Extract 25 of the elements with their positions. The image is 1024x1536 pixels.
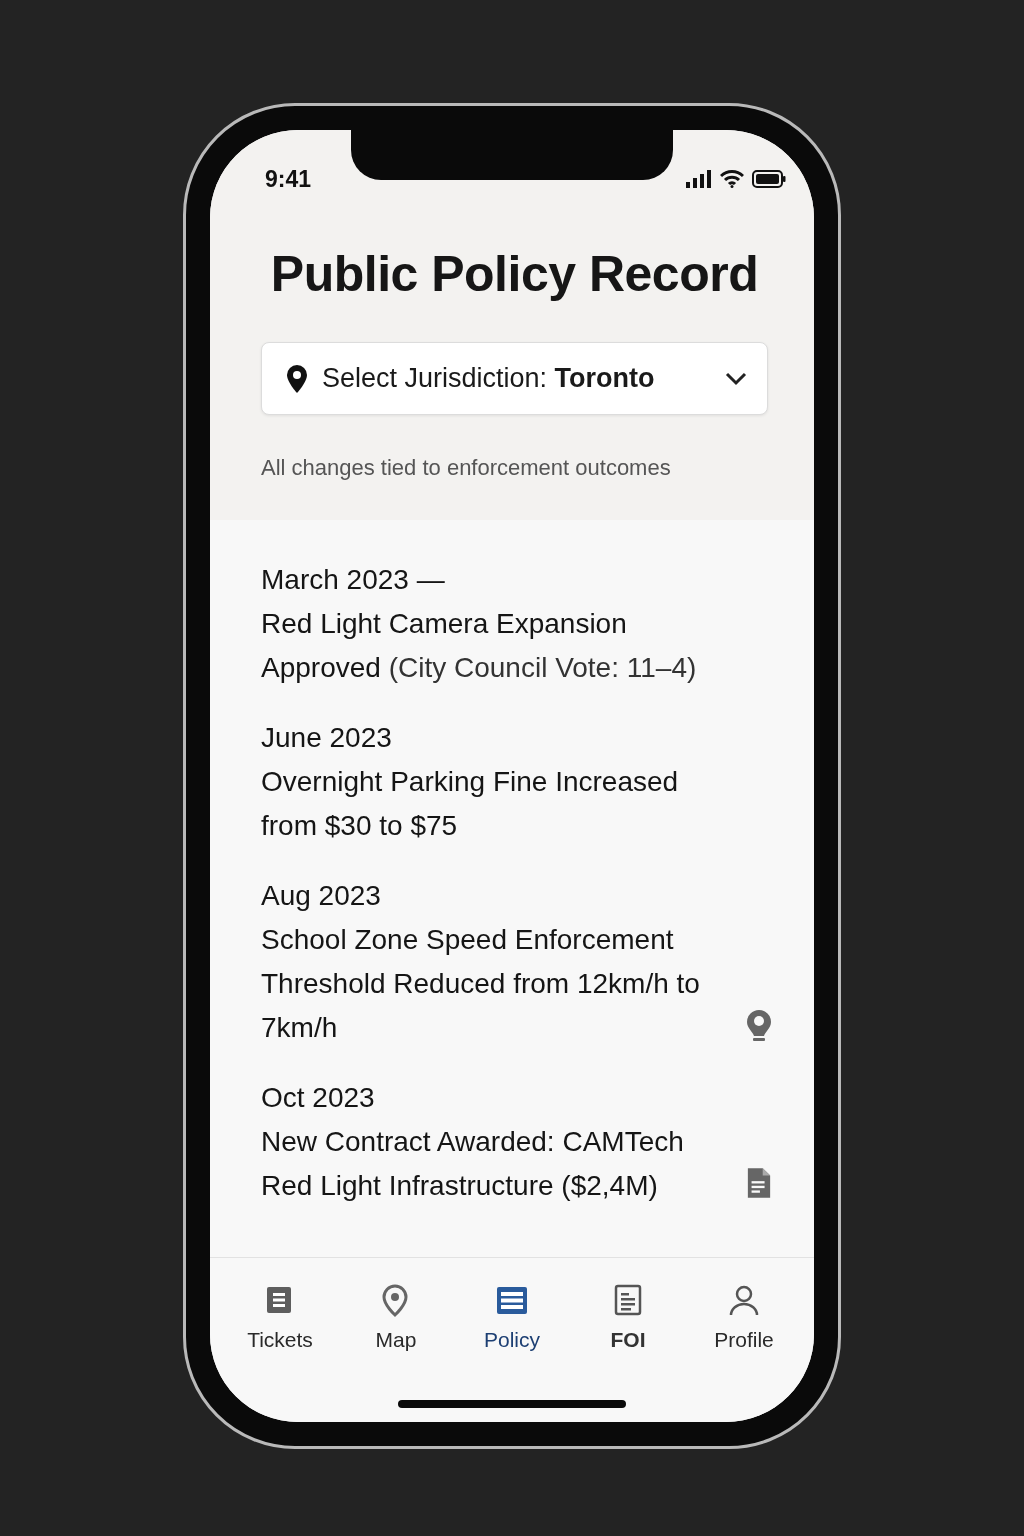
status-time: 9:41 bbox=[265, 164, 312, 194]
battery-icon bbox=[752, 170, 786, 188]
location-pin-icon bbox=[286, 363, 308, 394]
jurisdiction-dropdown[interactable]: Select Jurisdiction: Toronto bbox=[261, 342, 768, 415]
document-icon bbox=[612, 1284, 644, 1318]
page-title: Public Policy Record bbox=[269, 245, 760, 304]
entry-date: Aug 2023 bbox=[261, 879, 382, 913]
entry-description: Overnight Parking Fine Increased from $30 to $75 bbox=[261, 765, 680, 843]
tab-item[interactable]: Tickets bbox=[230, 1284, 330, 1422]
entry-description: New Contract Awarded: CAMTech Red Light Infrastructure ($2,4M) bbox=[261, 1125, 685, 1203]
chevron-down-icon bbox=[725, 371, 747, 386]
tab-item[interactable]: Profile bbox=[694, 1284, 794, 1422]
entry-description: School Zone Speed Enforcement Threshold Reduced from 12km/h to 7km/h bbox=[261, 923, 701, 1045]
subtitle-text: All changes tied to enforcement outcomes bbox=[261, 454, 672, 482]
entry-date: June 2023 bbox=[261, 721, 393, 755]
person-icon bbox=[728, 1284, 760, 1318]
tab-item[interactable]: Map bbox=[346, 1284, 446, 1422]
entry-date: March 2023 — bbox=[261, 563, 446, 597]
tab-item[interactable]: FOI bbox=[578, 1284, 678, 1422]
wifi-icon bbox=[720, 170, 744, 188]
entry-description: Red Light Camera Expansion Approved (City Council Vote: 11–4) bbox=[261, 607, 698, 685]
entry-date: Oct 2023 bbox=[261, 1081, 376, 1115]
document-icon bbox=[746, 1166, 772, 1200]
lightbulb-icon bbox=[745, 1008, 773, 1042]
signal-icon bbox=[686, 170, 712, 188]
